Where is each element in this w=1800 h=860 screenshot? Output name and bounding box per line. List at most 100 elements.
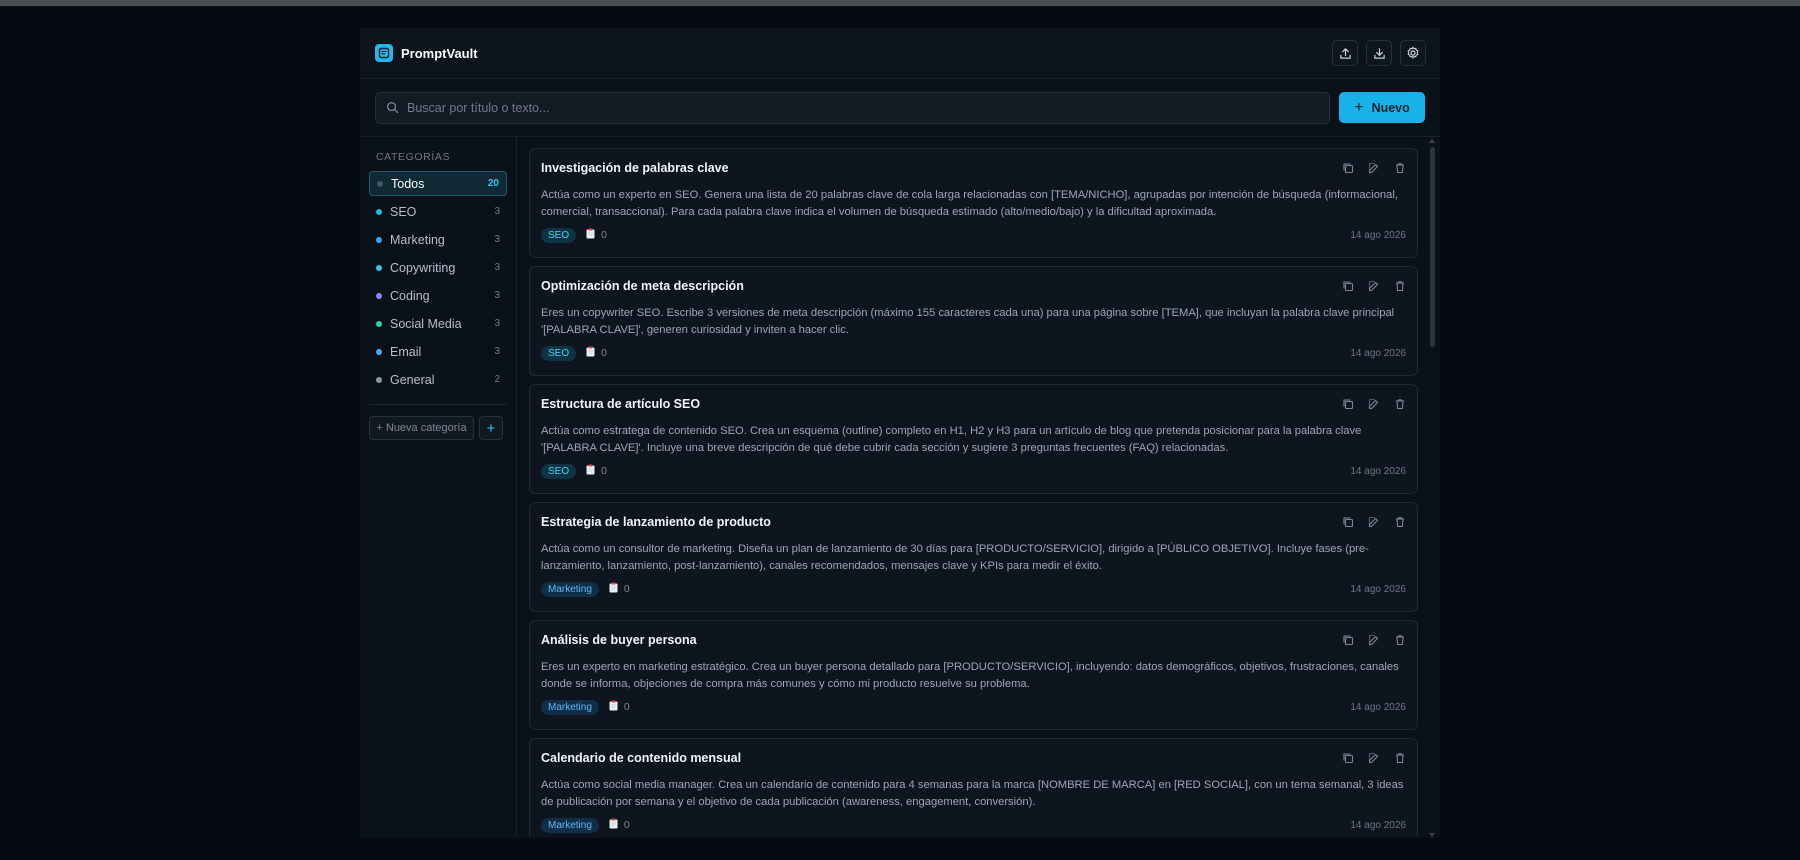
search-icon [387, 102, 399, 114]
prompt-card[interactable]: Estrategia de lanzamiento de producto Act… [529, 502, 1418, 612]
card-actions [1340, 160, 1407, 175]
gear-icon [1407, 46, 1419, 59]
category-tag: SEO [541, 463, 577, 479]
prompt-list[interactable]: Investigación de palabras clave Actúa com… [517, 137, 1440, 837]
category-dot-icon [376, 376, 382, 383]
category-dot-icon [376, 348, 382, 355]
use-count: 0 [586, 228, 607, 242]
sidebar-item-label: Todos [391, 176, 425, 191]
new-prompt-button[interactable]: + Nuevo [1339, 92, 1425, 123]
prompt-title: Análisis de buyer persona [541, 633, 697, 647]
category-tag: Marketing [541, 699, 599, 715]
search-row: + Nuevo [360, 79, 1440, 137]
sidebar-item-count: 2 [494, 374, 500, 385]
sidebar-item-label: Coding [390, 288, 430, 303]
prompt-card[interactable]: Investigación de palabras clave Actúa com… [529, 148, 1418, 258]
new-category-button[interactable]: + Nueva categoría [369, 416, 474, 440]
edit-icon[interactable] [1366, 632, 1381, 647]
sidebar-item-todos[interactable]: Todos 20 [369, 171, 507, 196]
prompt-date: 14 ago 2026 [1350, 229, 1406, 241]
sidebar-item-coding[interactable]: Coding 3 [369, 283, 507, 308]
trash-icon[interactable] [1392, 514, 1407, 529]
clipboard-icon [586, 228, 595, 242]
sidebar-item-count: 3 [494, 346, 500, 357]
import-button[interactable] [1366, 40, 1392, 66]
trash-icon[interactable] [1392, 632, 1407, 647]
scroll-up-arrow[interactable] [1429, 139, 1435, 143]
sidebar-item-email[interactable]: Email 3 [369, 339, 507, 364]
upload-icon [1339, 47, 1351, 59]
sidebar-item-general[interactable]: General 2 [369, 367, 507, 392]
edit-icon[interactable] [1366, 750, 1381, 765]
edit-icon[interactable] [1366, 514, 1381, 529]
prompt-card[interactable]: Análisis de buyer persona Eres un experto… [529, 620, 1418, 730]
app-title: PromptVault [401, 45, 478, 61]
prompt-title: Estructura de artículo SEO [541, 397, 701, 411]
prompt-text: Eres un copywriter SEO. Escribe 3 versio… [541, 307, 1395, 336]
use-count: 0 [609, 700, 630, 714]
card-actions [1340, 278, 1407, 293]
category-sidebar: CATEGORÍAS Todos 20 SEO 3 Marketing 3 Copywrit… [360, 137, 517, 837]
list-scrollbar[interactable] [1429, 139, 1435, 837]
brand: PromptVault [375, 44, 478, 62]
scroll-down-arrow[interactable] [1429, 833, 1435, 837]
copy-icon[interactable] [1340, 632, 1355, 647]
use-count-value: 0 [623, 583, 630, 595]
sidebar-item-social-media[interactable]: Social Media 3 [369, 311, 507, 336]
edit-icon[interactable] [1366, 396, 1381, 411]
edit-icon[interactable] [1366, 160, 1381, 175]
card-actions [1340, 514, 1407, 529]
categories-heading: CATEGORÍAS [376, 151, 451, 163]
download-icon [1373, 47, 1385, 59]
search-box [375, 91, 1330, 124]
copy-icon[interactable] [1340, 160, 1355, 175]
clipboard-icon [586, 346, 595, 360]
clipboard-icon [609, 818, 618, 832]
settings-button[interactable] [1400, 40, 1426, 66]
copy-icon[interactable] [1340, 396, 1355, 411]
trash-icon[interactable] [1392, 160, 1407, 175]
copy-icon[interactable] [1340, 750, 1355, 765]
prompt-date: 14 ago 2026 [1350, 583, 1406, 595]
sidebar-item-seo[interactable]: SEO 3 [369, 199, 507, 224]
search-input[interactable] [407, 100, 1319, 115]
trash-icon[interactable] [1392, 396, 1407, 411]
prompt-date: 14 ago 2026 [1350, 347, 1406, 359]
add-category-button[interactable]: + [479, 416, 503, 440]
prompt-card[interactable]: Optimización de meta descripción Eres un … [529, 266, 1418, 376]
sidebar-item-marketing[interactable]: Marketing 3 [369, 227, 507, 252]
use-count: 0 [609, 582, 630, 596]
prompt-text: Actúa como social media manager. Crea un… [541, 779, 1404, 808]
sidebar-item-copywriting[interactable]: Copywriting 3 [369, 255, 507, 280]
edit-icon[interactable] [1366, 278, 1381, 293]
header-actions [1332, 40, 1426, 66]
export-button[interactable] [1332, 40, 1358, 66]
prompt-title: Optimización de meta descripción [541, 279, 744, 293]
new-prompt-label: Nuevo [1371, 100, 1410, 115]
prompt-text: Eres un experto en marketing estratégico… [541, 661, 1399, 690]
clipboard-icon [609, 700, 618, 714]
prompt-text: Actúa como un experto en SEO. Genera una… [541, 189, 1398, 218]
main-body: CATEGORÍAS Todos 20 SEO 3 Marketing 3 Copywrit… [360, 137, 1440, 837]
copy-icon[interactable] [1340, 278, 1355, 293]
app-header: PromptVault [360, 28, 1440, 79]
card-actions [1340, 396, 1407, 411]
use-count: 0 [586, 346, 607, 360]
trash-icon[interactable] [1392, 750, 1407, 765]
card-footer: SEO 0 14 ago 2026 [541, 226, 1406, 244]
sidebar-item-count: 3 [494, 262, 500, 273]
sidebar-divider [369, 404, 507, 405]
app-window: PromptVault + Nuevo CATEGORÍAS Todos20S [360, 28, 1440, 838]
category-tag: Marketing [541, 817, 599, 833]
category-tag: Marketing [541, 581, 599, 597]
scroll-thumb[interactable] [1430, 147, 1435, 347]
category-tag: SEO [541, 345, 577, 361]
prompt-card[interactable]: Calendario de contenido mensual Actúa com… [529, 738, 1418, 837]
category-dot-icon [376, 208, 382, 215]
trash-icon[interactable] [1392, 278, 1407, 293]
copy-icon[interactable] [1340, 514, 1355, 529]
prompt-card[interactable]: Estructura de artículo SEO Actúa como est… [529, 384, 1418, 494]
prompt-title: Estrategia de lanzamiento de producto [541, 515, 771, 529]
prompt-date: 14 ago 2026 [1350, 465, 1406, 477]
category-dot-icon [376, 236, 382, 243]
